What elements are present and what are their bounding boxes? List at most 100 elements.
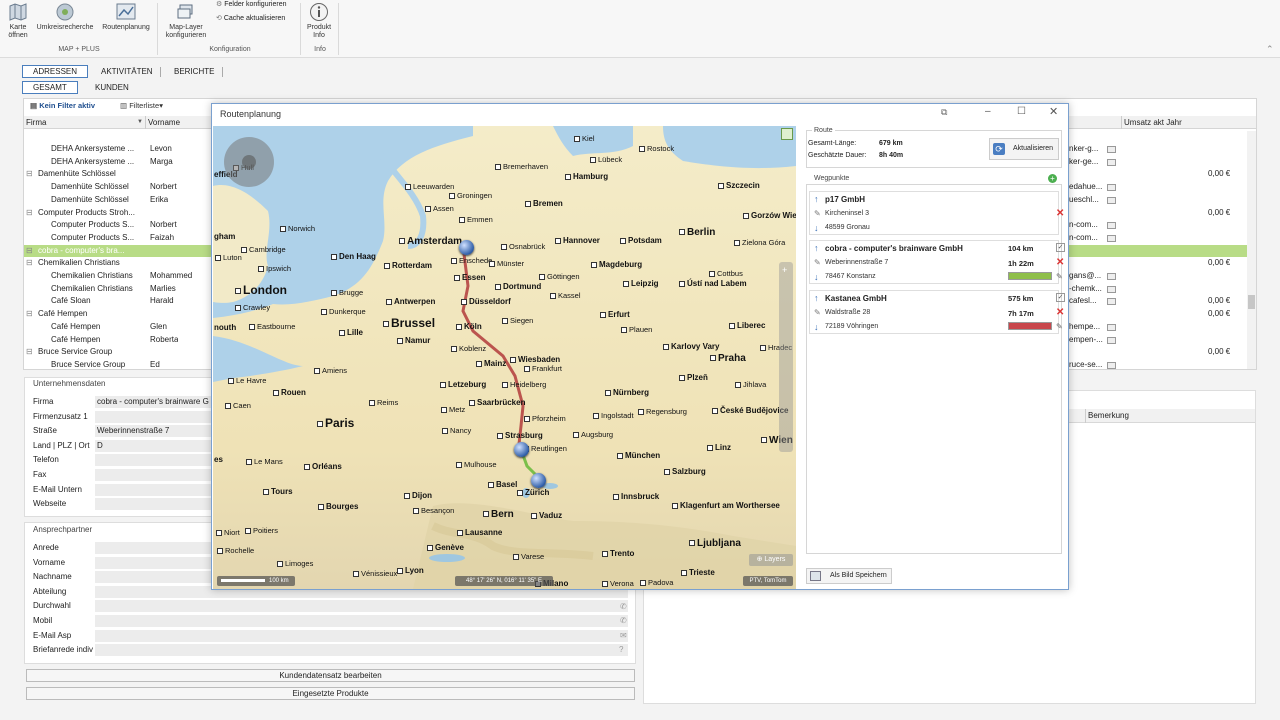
route-planning-button[interactable]: Routenplanung bbox=[100, 2, 152, 32]
mail-icon[interactable] bbox=[1107, 336, 1116, 344]
mail-icon[interactable] bbox=[1107, 273, 1116, 280]
tab-gesamt[interactable]: GESAMT bbox=[22, 81, 78, 94]
cell-umsatz: 0,00 € bbox=[1208, 309, 1231, 319]
waypoint-card[interactable]: ↑ Kastanea GmbH ✎ Waldstraße 28 ↓ 72189 Vöhri… bbox=[809, 290, 1065, 334]
city-label: Reutlingen bbox=[523, 444, 567, 453]
company-field-input[interactable] bbox=[95, 498, 211, 511]
map-layer-config-button[interactable]: Map-Layer konfigurieren bbox=[163, 2, 209, 40]
filter-status[interactable]: ▤ Kein Filter aktiv bbox=[30, 101, 95, 110]
mail-icon[interactable] bbox=[1107, 323, 1116, 331]
collapse-icon[interactable]: ⊟ bbox=[26, 257, 33, 270]
collapse-ribbon-icon[interactable]: ⌃ bbox=[1266, 44, 1274, 55]
waypoint-marker-2[interactable] bbox=[514, 442, 529, 457]
column-header-umsatz[interactable]: Umsatz akt Jahr bbox=[1124, 116, 1182, 129]
route-color-swatch[interactable] bbox=[1008, 272, 1052, 280]
waypoint-card[interactable]: ↑ cobra - computer's brainware GmbH ✎ Weber… bbox=[809, 240, 1065, 284]
company-field-input[interactable] bbox=[95, 410, 211, 423]
mail-icon[interactable] bbox=[1107, 298, 1116, 306]
city-label: Klagenfurt am Worthersee bbox=[672, 501, 780, 510]
company-field-input[interactable] bbox=[95, 483, 211, 496]
minimize-button[interactable]: – bbox=[985, 106, 991, 117]
city-label: Kassel bbox=[550, 291, 581, 300]
company-field-input[interactable]: Weberinnenstraße 7 bbox=[95, 425, 211, 438]
delete-waypoint-icon[interactable]: ✕ bbox=[1056, 257, 1064, 268]
pencil-icon: ✎ bbox=[814, 308, 821, 317]
sort-icon[interactable]: ▼ bbox=[137, 116, 143, 129]
delete-waypoint-icon[interactable]: ✕ bbox=[1056, 307, 1064, 318]
phone-icon[interactable]: ✆ bbox=[620, 602, 627, 611]
mail-icon[interactable] bbox=[1107, 158, 1116, 166]
company-field-input[interactable]: cobra - computer's brainware G bbox=[95, 396, 211, 408]
edit-icon[interactable]: ✎ bbox=[1056, 322, 1063, 331]
refresh-cache-label: Cache aktualisieren bbox=[223, 15, 286, 22]
email-icon[interactable]: ✉ bbox=[620, 631, 627, 640]
column-header-bemerkung[interactable]: Bemerkung bbox=[1088, 411, 1129, 420]
close-button[interactable]: ✕ bbox=[1049, 105, 1058, 118]
tab-aktivitaeten[interactable]: AKTIVITÄTEN bbox=[90, 65, 164, 78]
delete-waypoint-icon[interactable]: ✕ bbox=[1056, 208, 1064, 219]
edit-icon[interactable]: ✎ bbox=[1056, 272, 1063, 281]
city-label: Osnabrück bbox=[501, 242, 545, 251]
mail-icon[interactable] bbox=[1107, 234, 1116, 242]
city-label: Brussel bbox=[383, 316, 435, 330]
grid-scrollbar[interactable] bbox=[1247, 131, 1256, 369]
save-image-button[interactable]: Als Bild Speichern bbox=[806, 568, 892, 584]
configure-fields-button[interactable]: ⚙ Felder konfigurieren bbox=[216, 1, 287, 9]
tab-adressen[interactable]: ADRESSEN bbox=[22, 65, 89, 78]
mail-icon[interactable] bbox=[1107, 222, 1116, 230]
company-field-input[interactable] bbox=[95, 454, 211, 467]
collapse-icon[interactable]: ⊟ bbox=[26, 207, 33, 220]
mobile-icon[interactable]: ✆ bbox=[620, 616, 627, 625]
group-label-info: Info bbox=[314, 46, 326, 53]
waypoint-checkbox[interactable]: ✓ bbox=[1056, 243, 1065, 252]
zoom-slider[interactable]: + bbox=[779, 262, 793, 452]
city-label: Siegen bbox=[502, 316, 533, 325]
city-label: Genève bbox=[427, 543, 464, 552]
mail-icon[interactable] bbox=[1107, 285, 1116, 293]
collapse-icon[interactable]: ⊟ bbox=[26, 168, 33, 181]
collapse-icon[interactable]: ⊟ bbox=[26, 308, 33, 321]
waypoint-street: Waldstraße 28 bbox=[825, 309, 871, 316]
contact-field-input[interactable] bbox=[95, 644, 628, 657]
map-fullscreen-icon[interactable] bbox=[781, 128, 793, 140]
mail-icon[interactable] bbox=[1107, 361, 1116, 369]
mail-icon[interactable] bbox=[1107, 146, 1116, 153]
tab-kunden[interactable]: KUNDEN bbox=[84, 81, 140, 94]
mail-icon[interactable] bbox=[1107, 196, 1116, 204]
contact-field-input[interactable] bbox=[95, 629, 628, 642]
contact-field-input[interactable] bbox=[95, 600, 628, 613]
maximize-button[interactable]: ☐ bbox=[1017, 106, 1026, 117]
product-info-button[interactable]: Produkt Info bbox=[304, 2, 334, 40]
tab-berichte[interactable]: BERICHTE bbox=[163, 65, 225, 78]
city-label: Praha bbox=[710, 353, 746, 364]
waypoint-name: p17 GmbH bbox=[825, 195, 866, 204]
column-header-vorname[interactable]: Vorname bbox=[148, 116, 180, 129]
radius-search-button[interactable]: Umkreisrecherche bbox=[36, 2, 94, 32]
refresh-cache-button[interactable]: ⟲ Cache aktualisieren bbox=[216, 15, 285, 23]
collapse-icon[interactable]: ⊟ bbox=[26, 245, 33, 258]
products-button[interactable]: Eingesetzte Produkte bbox=[26, 687, 635, 700]
mail-icon[interactable] bbox=[1107, 184, 1116, 192]
company-field-input[interactable]: D bbox=[95, 439, 211, 452]
map-view[interactable]: Kiel Rostock Lübeck Bremerhaven Hamburg Szcze… bbox=[213, 126, 796, 589]
cell-extra: cafesl... bbox=[1069, 296, 1097, 306]
waypoint-marker-1[interactable] bbox=[459, 240, 474, 255]
waypoint-card[interactable]: ↑ p17 GmbH ✎ Kircheninsel 3 ↓ 48599 Gronau ✕ bbox=[809, 191, 1064, 235]
add-waypoint-icon[interactable]: + bbox=[1048, 174, 1057, 183]
edit-record-button[interactable]: Kundendatensatz bearbeiten bbox=[26, 669, 635, 682]
collapse-icon[interactable]: ⊟ bbox=[26, 346, 33, 359]
restore-icon[interactable]: ⧉ bbox=[941, 107, 947, 118]
company-field-input[interactable] bbox=[95, 469, 211, 481]
column-header-firma[interactable]: Firma bbox=[26, 116, 46, 129]
map-pan-control[interactable] bbox=[224, 137, 274, 187]
open-map-button[interactable]: Karte öffnen bbox=[4, 2, 32, 40]
refresh-route-button[interactable]: ⟳ Aktualisieren bbox=[989, 138, 1059, 160]
filter-list-dropdown[interactable]: ▥ Filterliste▾ bbox=[120, 101, 163, 110]
waypoint-checkbox[interactable]: ✓ bbox=[1056, 293, 1065, 302]
help-icon[interactable]: ? bbox=[619, 645, 623, 654]
waypoint-marker-3[interactable] bbox=[531, 473, 546, 488]
layers-button[interactable]: ⊕ Layers bbox=[749, 554, 793, 566]
contact-field-input[interactable] bbox=[95, 615, 628, 627]
zoom-in-icon[interactable]: + bbox=[782, 265, 787, 275]
route-color-swatch[interactable] bbox=[1008, 322, 1052, 330]
